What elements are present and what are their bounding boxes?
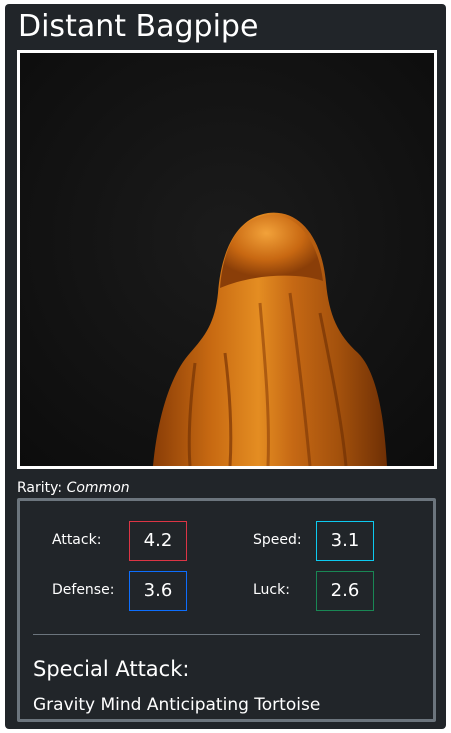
speed-label: Speed: [253,532,302,548]
attack-label: Attack: [52,532,102,548]
stats-divider [33,634,420,635]
speed-value: 3.1 [316,521,374,561]
ghost-sheet-figure-image [20,53,434,466]
stats-panel: Attack: 4.2 Speed: 3.1 Defense: 3.6 Luck… [17,498,436,722]
defense-label: Defense: [52,582,115,598]
card-art-frame [17,50,437,469]
character-card: Distant Bagpipe Rarity: Common Attack: 4… [5,4,446,729]
rarity-value: Common [66,480,130,496]
special-attack-heading: Special Attack: [33,657,190,681]
defense-value: 3.6 [129,571,187,611]
special-attack-name: Gravity Mind Anticipating Tortoise [33,695,321,715]
luck-label: Luck: [253,582,290,598]
luck-value: 2.6 [316,571,374,611]
card-title: Distant Bagpipe [18,9,259,44]
rarity-line: Rarity: Common [17,479,130,497]
attack-value: 4.2 [129,521,187,561]
rarity-label: Rarity: [17,480,63,496]
